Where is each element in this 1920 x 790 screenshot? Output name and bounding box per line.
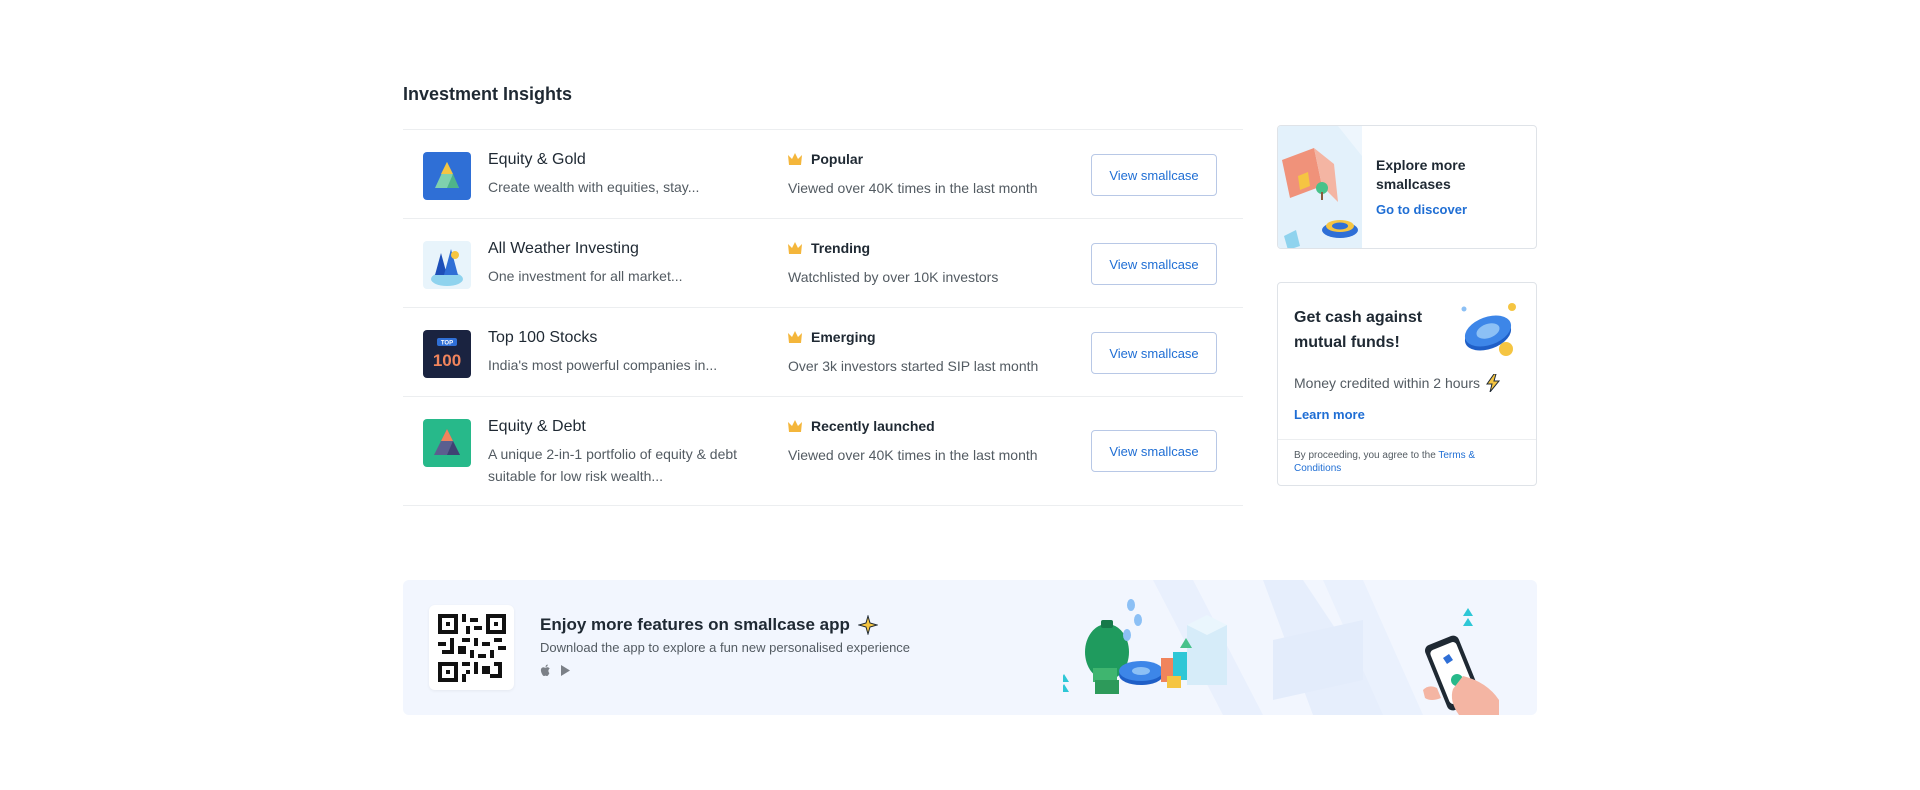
section-title: Investment Insights [403,84,573,104]
equity-gold-icon [423,152,471,200]
sparkle-icon [857,615,878,635]
top-100-badge-top: TOP [441,341,453,347]
cash-subtitle-row: Money credited within 2 hours [1294,374,1500,392]
insights-list: Equity & Gold Create wealth with equitie… [403,129,1243,506]
explore-title: Explore more smallcases [1376,157,1466,192]
terms-text: By proceeding, you agree to the Terms & … [1294,449,1514,475]
go-to-discover-link[interactable]: Go to discover [1376,202,1467,217]
insight-tag: Emerging [788,329,876,345]
crown-icon [788,420,802,432]
insight-stat: Over 3k investors started SIP last month [788,358,1039,374]
terms-prefix: By proceeding, you agree to the [1294,450,1439,461]
store-icons [540,664,571,677]
top-100-badge-number: 100 [433,351,461,370]
smallcase-name: Equity & Gold [488,151,586,168]
insight-row-top-100[interactable]: TOP 100 Top 100 Stocks India's most powe… [403,308,1243,397]
view-smallcase-button[interactable]: View smallcase [1091,332,1217,374]
insight-stat: Viewed over 40K times in the last month [788,180,1038,196]
qr-code [429,605,514,690]
insight-tag: Trending [788,240,870,256]
insight-row-all-weather[interactable]: All Weather Investing One investment for… [403,219,1243,308]
smallcase-name: Top 100 Stocks [488,329,598,346]
view-smallcase-button[interactable]: View smallcase [1091,154,1217,196]
lightning-icon [1486,374,1500,392]
tag-label: Recently launched [811,418,935,434]
smallcase-name: All Weather Investing [488,240,639,257]
insight-stat: Viewed over 40K times in the last month [788,447,1038,463]
play-store-icon[interactable] [560,664,571,677]
insight-tag: Recently launched [788,418,935,434]
insight-row-equity-debt[interactable]: Equity & Debt A unique 2-in-1 portfolio … [403,397,1243,506]
smallcase-description: India's most powerful companies in... [488,357,718,373]
app-download-banner: Enjoy more features on smallcase app Dow… [403,580,1537,715]
tag-label: Popular [811,151,864,167]
divider [1278,439,1536,440]
view-smallcase-button[interactable]: View smallcase [1091,243,1217,285]
banner-title-row: Enjoy more features on smallcase app [540,615,878,635]
top-100-icon: TOP 100 [423,330,471,378]
coin-stack-icon [1454,295,1524,361]
all-weather-icon [423,241,471,289]
smallcase-description: Create wealth with equities, stay... [488,179,700,195]
view-smallcase-button[interactable]: View smallcase [1091,430,1217,472]
banner-subtitle: Download the app to explore a fun new pe… [540,640,911,655]
crown-icon [788,331,802,343]
learn-more-link[interactable]: Learn more [1294,407,1365,422]
apple-icon[interactable] [540,664,551,677]
explore-card[interactable]: Explore more smallcases Go to discover [1277,125,1537,249]
equity-debt-icon [423,419,471,467]
smallcase-name: Equity & Debt [488,418,586,435]
cash-title: Get cash against mutual funds! [1294,309,1423,351]
crown-icon [788,242,802,254]
cash-against-mf-card: Get cash against mutual funds! Money cre… [1277,282,1537,486]
insight-row-equity-gold[interactable]: Equity & Gold Create wealth with equitie… [403,130,1243,219]
insight-tag: Popular [788,151,863,167]
smallcase-description: A unique 2-in-1 portfolio of equity & de… [488,446,738,484]
smallcase-description: One investment for all market... [488,268,683,284]
banner-illustration [1059,580,1537,715]
tag-label: Trending [811,240,871,256]
cash-subtitle: Money credited within 2 hours [1294,375,1480,391]
banner-title: Enjoy more features on smallcase app [540,615,850,634]
explore-illustration [1278,126,1362,248]
crown-icon [788,153,802,165]
insight-stat: Watchlisted by over 10K investors [788,269,999,285]
tag-label: Emerging [811,329,876,345]
